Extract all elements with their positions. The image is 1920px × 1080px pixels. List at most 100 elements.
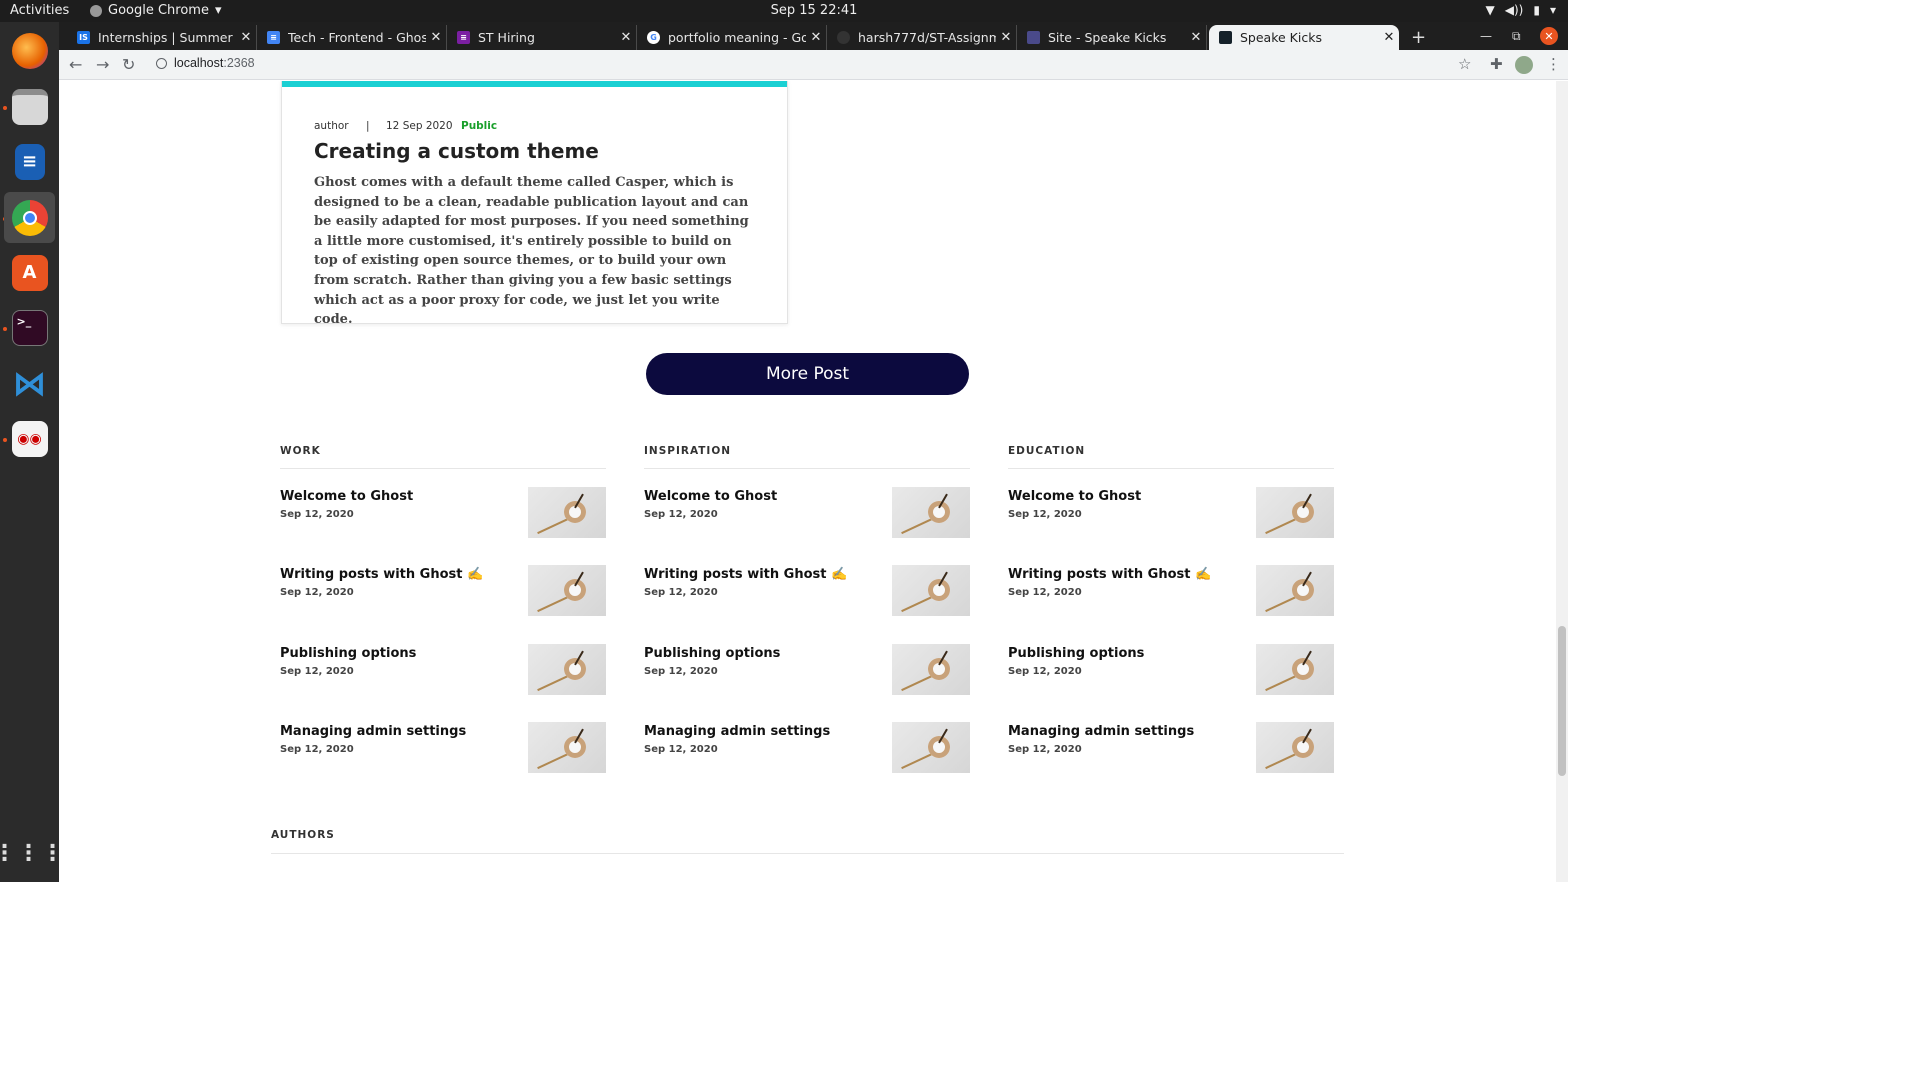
dock-terminal[interactable]: >_: [4, 302, 55, 353]
post-thumbnail[interactable]: [528, 565, 606, 616]
github-favicon-icon: [837, 31, 850, 44]
post-thumbnail[interactable]: [892, 487, 970, 538]
dock-firefox[interactable]: [4, 25, 55, 76]
restore-button[interactable]: ⧉: [1512, 29, 1521, 44]
list-item[interactable]: Publishing options Sep 12, 2020: [1008, 644, 1334, 696]
dock-writer[interactable]: ≡: [4, 136, 55, 187]
list-item[interactable]: Writing posts with Ghost ✍️ Sep 12, 2020: [280, 565, 606, 617]
tab-site-speake-kicks[interactable]: Site - Speake Kicks ✕: [1017, 25, 1207, 50]
dock-chrome[interactable]: [4, 192, 55, 243]
dock: ≡ A >_ ⋈ ◉◉ ⋮⋮⋮: [0, 22, 66, 882]
ghost-favicon-icon: [1219, 31, 1232, 44]
post-thumbnail[interactable]: [892, 565, 970, 616]
post-thumbnail[interactable]: [1256, 565, 1334, 616]
list-item-title[interactable]: Welcome to Ghost: [280, 489, 413, 504]
tab-speake-kicks[interactable]: Speake Kicks ✕: [1209, 25, 1399, 50]
close-icon[interactable]: ✕: [236, 30, 256, 45]
firefox-icon: [11, 32, 48, 69]
list-item-title[interactable]: Welcome to Ghost: [1008, 489, 1141, 504]
document-viewer-icon: ◉◉: [11, 420, 48, 457]
profile-avatar[interactable]: [1515, 56, 1533, 74]
forward-arrow-icon[interactable]: →: [96, 55, 109, 74]
list-item-title[interactable]: Managing admin settings: [280, 724, 466, 739]
extensions-icon[interactable]: ✚: [1490, 55, 1503, 73]
post-date: 12 Sep 2020: [386, 120, 453, 132]
app-grid-icon: ⋮⋮⋮: [0, 841, 66, 866]
site-info-icon[interactable]: [156, 58, 167, 69]
reload-icon[interactable]: ↻: [122, 55, 135, 74]
featured-post-card[interactable]: author | 12 Sep 2020 Public Creating a c…: [281, 81, 788, 327]
post-thumbnail[interactable]: [528, 644, 606, 695]
close-icon[interactable]: ✕: [426, 30, 446, 45]
list-item-date: Sep 12, 2020: [644, 744, 718, 755]
close-icon[interactable]: ✕: [1379, 30, 1399, 45]
dock-show-apps[interactable]: ⋮⋮⋮: [0, 828, 66, 879]
system-tray[interactable]: ▼ ◀)) ▮ ▾: [1486, 3, 1556, 17]
post-thumbnail[interactable]: [892, 644, 970, 695]
list-item[interactable]: Managing admin settings Sep 12, 2020: [1008, 722, 1334, 774]
back-arrow-icon[interactable]: ←: [69, 55, 82, 74]
list-item[interactable]: Welcome to Ghost Sep 12, 2020: [280, 487, 606, 539]
chrome-icon: [11, 199, 48, 236]
post-author[interactable]: author: [314, 120, 366, 132]
tab-internships[interactable]: IS Internships | Summer Int ✕: [67, 25, 257, 50]
menu-kebab-icon[interactable]: ⋮: [1546, 55, 1561, 73]
dock-vscode[interactable]: ⋈: [4, 358, 55, 409]
post-thumbnail[interactable]: [528, 722, 606, 773]
dock-document-viewer[interactable]: ◉◉: [4, 413, 55, 464]
list-item[interactable]: Publishing options Sep 12, 2020: [280, 644, 606, 696]
list-item[interactable]: Writing posts with Ghost ✍️ Sep 12, 2020: [644, 565, 970, 617]
tab-title: ST Hiring: [478, 30, 535, 45]
list-item-title[interactable]: Writing posts with Ghost ✍️: [1008, 567, 1211, 582]
tab-github[interactable]: harsh777d/ST-Assignme ✕: [827, 25, 1017, 50]
page-scrollbar[interactable]: [1556, 81, 1568, 882]
list-item-date: Sep 12, 2020: [280, 587, 354, 598]
list-item[interactable]: Managing admin settings Sep 12, 2020: [280, 722, 606, 774]
close-icon[interactable]: ✕: [616, 30, 636, 45]
post-thumbnail[interactable]: [1256, 722, 1334, 773]
address-bar[interactable]: localhost:2368: [174, 56, 255, 70]
category-heading[interactable]: EDUCATION: [1008, 445, 1334, 469]
list-item-title[interactable]: Managing admin settings: [1008, 724, 1194, 739]
list-item-title[interactable]: Welcome to Ghost: [644, 489, 777, 504]
list-item-title[interactable]: Managing admin settings: [644, 724, 830, 739]
meta-separator: |: [366, 120, 370, 132]
browser-toolbar: ← → ↻ localhost:2368: [59, 50, 1568, 80]
post-thumbnail[interactable]: [1256, 644, 1334, 695]
post-thumbnail[interactable]: [528, 487, 606, 538]
tab-portfolio-search[interactable]: G portfolio meaning - Goog ✕: [637, 25, 827, 50]
new-tab-button[interactable]: +: [1411, 27, 1426, 48]
post-thumbnail[interactable]: [892, 722, 970, 773]
more-post-button[interactable]: More Post: [646, 353, 969, 395]
category-heading[interactable]: WORK: [280, 445, 606, 469]
close-icon[interactable]: ✕: [996, 30, 1016, 45]
list-item-title[interactable]: Publishing options: [1008, 646, 1144, 661]
list-item-title[interactable]: Publishing options: [644, 646, 780, 661]
scrollbar-thumb[interactable]: [1558, 626, 1566, 776]
bookmark-star-icon[interactable]: ☆: [1458, 55, 1471, 73]
minimize-button[interactable]: —: [1480, 29, 1492, 43]
close-icon[interactable]: ✕: [1186, 30, 1206, 45]
list-item[interactable]: Welcome to Ghost Sep 12, 2020: [644, 487, 970, 539]
post-visibility-badge: Public: [461, 120, 498, 132]
window-close-button[interactable]: ✕: [1540, 27, 1558, 45]
tab-tech-frontend[interactable]: ≡ Tech - Frontend - Ghost T ✕: [257, 25, 447, 50]
list-item-title[interactable]: Writing posts with Ghost ✍️: [280, 567, 483, 582]
list-item-title[interactable]: Publishing options: [280, 646, 416, 661]
dock-software[interactable]: A: [4, 247, 55, 298]
list-item[interactable]: Managing admin settings Sep 12, 2020: [644, 722, 970, 774]
list-item[interactable]: Writing posts with Ghost ✍️ Sep 12, 2020: [1008, 565, 1334, 617]
close-icon[interactable]: ✕: [806, 30, 826, 45]
post-title[interactable]: Creating a custom theme: [314, 139, 599, 163]
post-thumbnail[interactable]: [1256, 487, 1334, 538]
dock-files[interactable]: [4, 81, 55, 132]
clock[interactable]: Sep 15 22:41: [0, 3, 1628, 18]
battery-icon: ▮: [1533, 3, 1540, 17]
list-item[interactable]: Welcome to Ghost Sep 12, 2020: [1008, 487, 1334, 539]
post-excerpt: Ghost comes with a default theme called …: [314, 175, 749, 328]
list-item-title[interactable]: Writing posts with Ghost ✍️: [644, 567, 847, 582]
list-item-date: Sep 12, 2020: [644, 666, 718, 677]
category-heading[interactable]: INSPIRATION: [644, 445, 970, 469]
list-item[interactable]: Publishing options Sep 12, 2020: [644, 644, 970, 696]
tab-st-hiring[interactable]: ≡ ST Hiring ✕: [447, 25, 637, 50]
